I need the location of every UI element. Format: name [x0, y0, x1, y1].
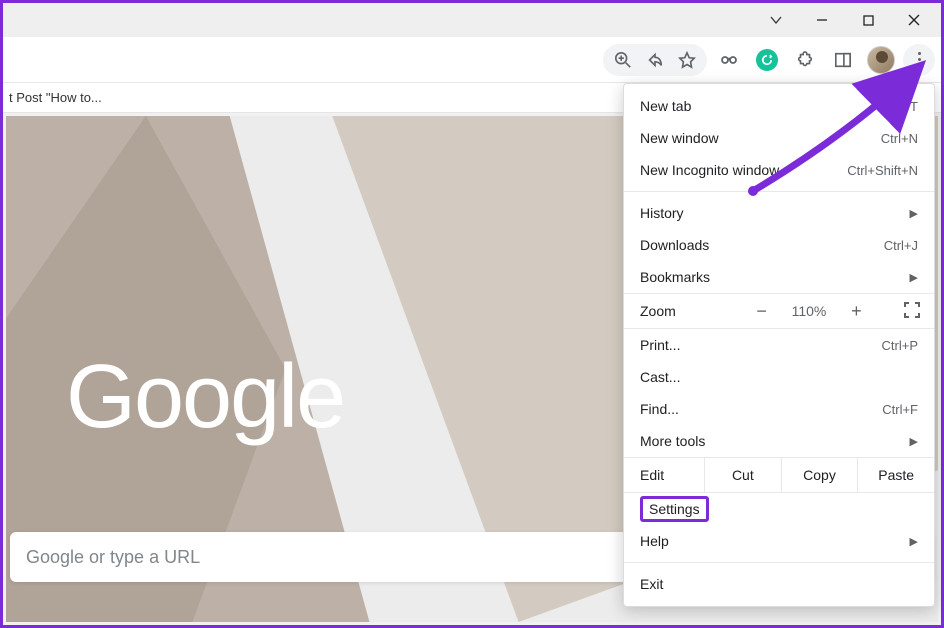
browser-toolbar: [3, 37, 941, 83]
edit-cut-button[interactable]: Cut: [704, 458, 781, 492]
menu-shortcut: Ctrl+P: [882, 338, 918, 353]
chevron-right-icon: ▶: [910, 207, 918, 220]
menu-print[interactable]: Print... Ctrl+P: [624, 329, 934, 361]
window-titlebar: [3, 3, 941, 37]
menu-label: History: [640, 205, 684, 221]
menu-label: New window: [640, 130, 719, 146]
menu-more-tools[interactable]: More tools ▶: [624, 425, 934, 457]
menu-new-tab[interactable]: New tab Ctrl+T: [624, 90, 934, 122]
maximize-button[interactable]: [845, 3, 891, 37]
edit-copy-button[interactable]: Copy: [781, 458, 858, 492]
extension-trace-icon[interactable]: [713, 44, 745, 76]
menu-label: More tools: [640, 433, 705, 449]
menu-label: Find...: [640, 401, 679, 417]
menu-label: Cast...: [640, 369, 680, 385]
menu-label: Help: [640, 533, 669, 549]
menu-new-incognito[interactable]: New Incognito window Ctrl+Shift+N: [624, 154, 934, 186]
grammarly-extension-icon[interactable]: [751, 44, 783, 76]
menu-label: Bookmarks: [640, 269, 710, 285]
menu-label: New tab: [640, 98, 691, 114]
menu-label: Print...: [640, 337, 680, 353]
menu-label: Settings: [649, 501, 700, 517]
menu-settings[interactable]: Settings: [624, 493, 934, 525]
menu-shortcut: Ctrl+N: [881, 131, 918, 146]
menu-separator: [624, 191, 934, 192]
menu-zoom-row: Zoom − 110% +: [624, 293, 934, 329]
menu-downloads[interactable]: Downloads Ctrl+J: [624, 229, 934, 261]
google-logo: Google: [66, 346, 344, 449]
close-button[interactable]: [891, 3, 937, 37]
chevron-right-icon: ▶: [910, 535, 918, 548]
fullscreen-icon[interactable]: [904, 302, 920, 321]
menu-edit-row: Edit Cut Copy Paste: [624, 457, 934, 493]
bookmark-star-icon[interactable]: [671, 44, 703, 76]
menu-bookmarks[interactable]: Bookmarks ▶: [624, 261, 934, 293]
menu-separator: [624, 562, 934, 563]
menu-label: Exit: [640, 576, 663, 592]
side-panel-icon[interactable]: [827, 44, 859, 76]
minimize-button[interactable]: [799, 3, 845, 37]
menu-kebab-icon[interactable]: [903, 44, 935, 76]
menu-exit[interactable]: Exit: [624, 568, 934, 600]
extensions-puzzle-icon[interactable]: [789, 44, 821, 76]
menu-shortcut: Ctrl+Shift+N: [847, 163, 918, 178]
menu-cast[interactable]: Cast...: [624, 361, 934, 393]
menu-shortcut: Ctrl+T: [882, 99, 918, 114]
zoom-icon[interactable]: [607, 44, 639, 76]
chrome-main-menu: New tab Ctrl+T New window Ctrl+N New Inc…: [623, 83, 935, 607]
menu-help[interactable]: Help ▶: [624, 525, 934, 557]
bookmark-item[interactable]: t Post "How to...: [9, 90, 102, 105]
profile-avatar[interactable]: [865, 44, 897, 76]
menu-shortcut: Ctrl+J: [884, 238, 918, 253]
edit-paste-button[interactable]: Paste: [857, 458, 934, 492]
settings-highlight: Settings: [640, 496, 709, 522]
menu-label: Edit: [624, 467, 704, 483]
menu-label: Zoom: [624, 303, 714, 319]
zoom-in-button[interactable]: +: [846, 301, 866, 322]
chevron-right-icon: ▶: [910, 435, 918, 448]
tab-dropdown-chevron[interactable]: [757, 3, 795, 37]
share-icon[interactable]: [639, 44, 671, 76]
omnibox-placeholder: Google or type a URL: [26, 547, 200, 568]
menu-shortcut: Ctrl+F: [882, 402, 918, 417]
menu-find[interactable]: Find... Ctrl+F: [624, 393, 934, 425]
chevron-right-icon: ▶: [910, 271, 918, 284]
zoom-out-button[interactable]: −: [752, 301, 772, 322]
menu-history[interactable]: History ▶: [624, 197, 934, 229]
zoom-level: 110%: [792, 303, 827, 319]
menu-new-window[interactable]: New window Ctrl+N: [624, 122, 934, 154]
address-actions-pill: [603, 44, 707, 76]
menu-label: New Incognito window: [640, 162, 779, 178]
menu-label: Downloads: [640, 237, 709, 253]
